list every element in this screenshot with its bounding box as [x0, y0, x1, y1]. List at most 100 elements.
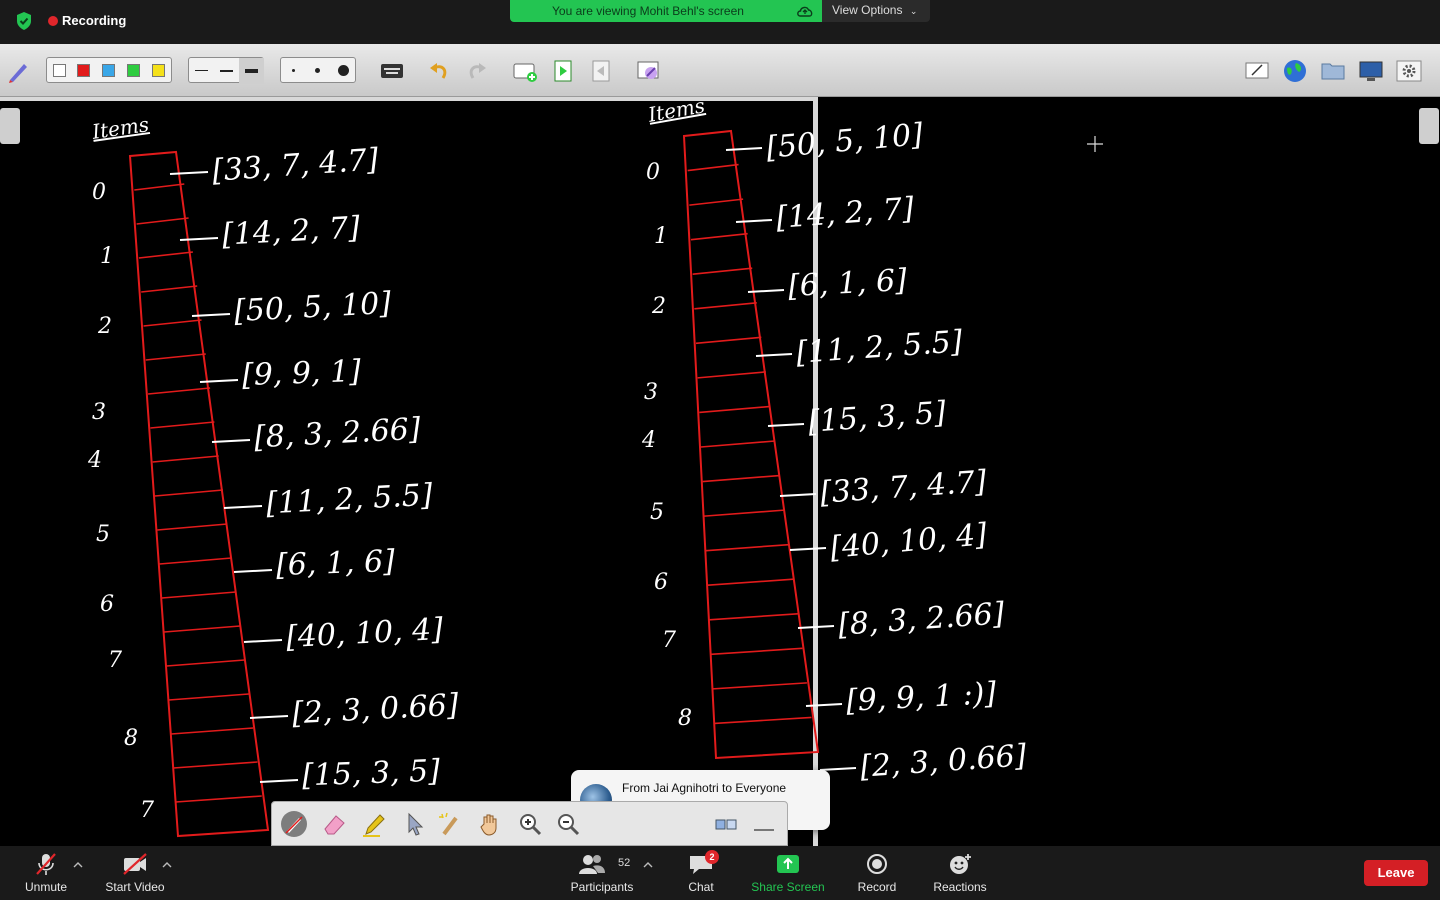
color-swatch-white[interactable]: [53, 64, 66, 77]
pointer-arrow-icon[interactable]: [400, 810, 428, 838]
annotation-toolbar: [271, 801, 788, 846]
participants-count: 52: [618, 857, 631, 869]
chevron-down-icon: ⌄: [909, 6, 918, 16]
dot-size-medium[interactable]: [315, 68, 320, 73]
security-shield-icon[interactable]: [14, 11, 34, 31]
left-indice: 7: [140, 798, 154, 823]
recording-label: Recording: [62, 13, 127, 28]
pen-icon[interactable]: [280, 810, 308, 838]
muted-microphone-icon: [36, 853, 56, 875]
previous-page-icon[interactable]: [590, 58, 612, 84]
chat-label: Chat: [688, 880, 714, 894]
highlighter-icon[interactable]: [360, 810, 388, 838]
line-width-medium[interactable]: [214, 58, 239, 84]
right-indice: 8: [678, 706, 692, 731]
hand-pan-icon[interactable]: [476, 810, 504, 838]
left-row: [14, 2, 7]: [221, 210, 361, 253]
view-options-label: View Options: [832, 3, 903, 17]
right-indice: 4: [642, 428, 656, 453]
left-indice: 1: [100, 244, 114, 269]
more-tools-icon[interactable]: [712, 810, 740, 838]
participants-label: Participants: [570, 880, 634, 894]
left-row: [15, 3, 5]: [301, 753, 441, 794]
globe-icon[interactable]: [1282, 58, 1308, 84]
record-icon: [867, 854, 887, 874]
start-video-label: Start Video: [105, 880, 165, 894]
folder-icon[interactable]: [1320, 58, 1346, 84]
video-options-chevron-icon[interactable]: [162, 861, 172, 869]
magic-wand-icon[interactable]: [436, 810, 464, 838]
leave-button[interactable]: Leave: [1364, 860, 1428, 886]
whiteboard-canvas[interactable]: [0, 97, 1440, 846]
smiley-plus-icon: [950, 854, 971, 874]
right-indice: 3: [644, 380, 658, 405]
line-width-picker: [188, 57, 264, 84]
left-indice: 7: [108, 648, 122, 673]
left-indice: 2: [98, 314, 112, 339]
right-indice: 2: [652, 294, 666, 319]
reactions-label: Reactions: [933, 880, 987, 894]
color-swatch-red[interactable]: [77, 64, 90, 77]
left-indice: 6: [100, 592, 114, 617]
new-page-icon[interactable]: [512, 58, 538, 84]
monitor-icon[interactable]: [1358, 58, 1384, 84]
next-page-icon[interactable]: [552, 58, 574, 84]
reactions-button[interactable]: Reactions: [928, 846, 992, 900]
chat-sender: From Jai Agnihotri to Everyone: [622, 781, 787, 795]
right-indice: 6: [654, 570, 668, 595]
left-row: [9, 9, 1]: [241, 353, 362, 394]
color-swatch-green[interactable]: [127, 64, 140, 77]
color-swatch-yellow[interactable]: [152, 64, 165, 77]
whiteboard-toolbar: [0, 44, 1440, 97]
color-palette: [46, 57, 172, 83]
participants-icon: [578, 855, 605, 874]
right-indice: 1: [654, 224, 668, 249]
dot-size-picker: [280, 57, 356, 83]
right-indice: 7: [662, 628, 676, 653]
left-indice: 4: [88, 448, 102, 473]
share-screen-button[interactable]: Share Screen: [746, 846, 830, 900]
color-swatch-blue[interactable]: [102, 64, 115, 77]
pen-tool-icon[interactable]: [6, 58, 32, 84]
record-label: Record: [857, 880, 897, 894]
share-screen-label: Share Screen: [751, 880, 825, 894]
left-indice: 0: [92, 180, 106, 205]
unmute-label: Unmute: [24, 880, 68, 894]
start-video-button[interactable]: Start Video: [100, 846, 170, 900]
meeting-top-bar: Recording You are viewing Mohit Behl's s…: [0, 0, 1440, 44]
crosshair-cursor-icon: [1087, 136, 1103, 152]
cloud-icon: [797, 6, 813, 17]
line-tool-icon[interactable]: [750, 810, 778, 838]
zoom-in-icon[interactable]: [516, 810, 544, 838]
right-indice: 5: [650, 500, 664, 525]
line-width-thick[interactable]: [239, 58, 264, 84]
clear-board-icon[interactable]: [636, 58, 662, 84]
right-row: [6, 1, 6]: [787, 262, 908, 305]
view-options-button[interactable]: View Options ⌄: [822, 0, 930, 22]
participants-button[interactable]: Participants: [566, 846, 638, 900]
eraser-board-icon[interactable]: [1244, 58, 1270, 84]
undo-icon[interactable]: [428, 58, 450, 84]
keyboard-icon[interactable]: [380, 58, 404, 84]
left-row: [6, 1, 6]: [275, 543, 396, 584]
video-off-icon: [123, 853, 147, 875]
participants-chevron-icon[interactable]: [643, 861, 653, 869]
left-indice: 3: [92, 400, 106, 425]
record-button[interactable]: Record: [852, 846, 902, 900]
unmute-button[interactable]: Unmute: [16, 846, 76, 900]
settings-gear-icon[interactable]: [1396, 58, 1422, 84]
recording-dot-icon: [48, 16, 58, 26]
line-width-thin[interactable]: [189, 58, 214, 84]
redo-icon[interactable]: [466, 58, 488, 84]
left-indice: 8: [124, 726, 138, 751]
left-panel-toggle[interactable]: [0, 108, 20, 144]
right-panel-toggle[interactable]: [1419, 108, 1439, 144]
audio-options-chevron-icon[interactable]: [73, 861, 83, 869]
left-indice: 5: [96, 522, 110, 547]
eraser-icon[interactable]: [320, 810, 348, 838]
dot-size-large[interactable]: [338, 65, 349, 76]
share-screen-icon: [777, 855, 799, 873]
zoom-out-icon[interactable]: [554, 810, 582, 838]
viewing-screen-banner: You are viewing Mohit Behl's screen: [510, 0, 822, 22]
dot-size-small[interactable]: [292, 69, 295, 72]
